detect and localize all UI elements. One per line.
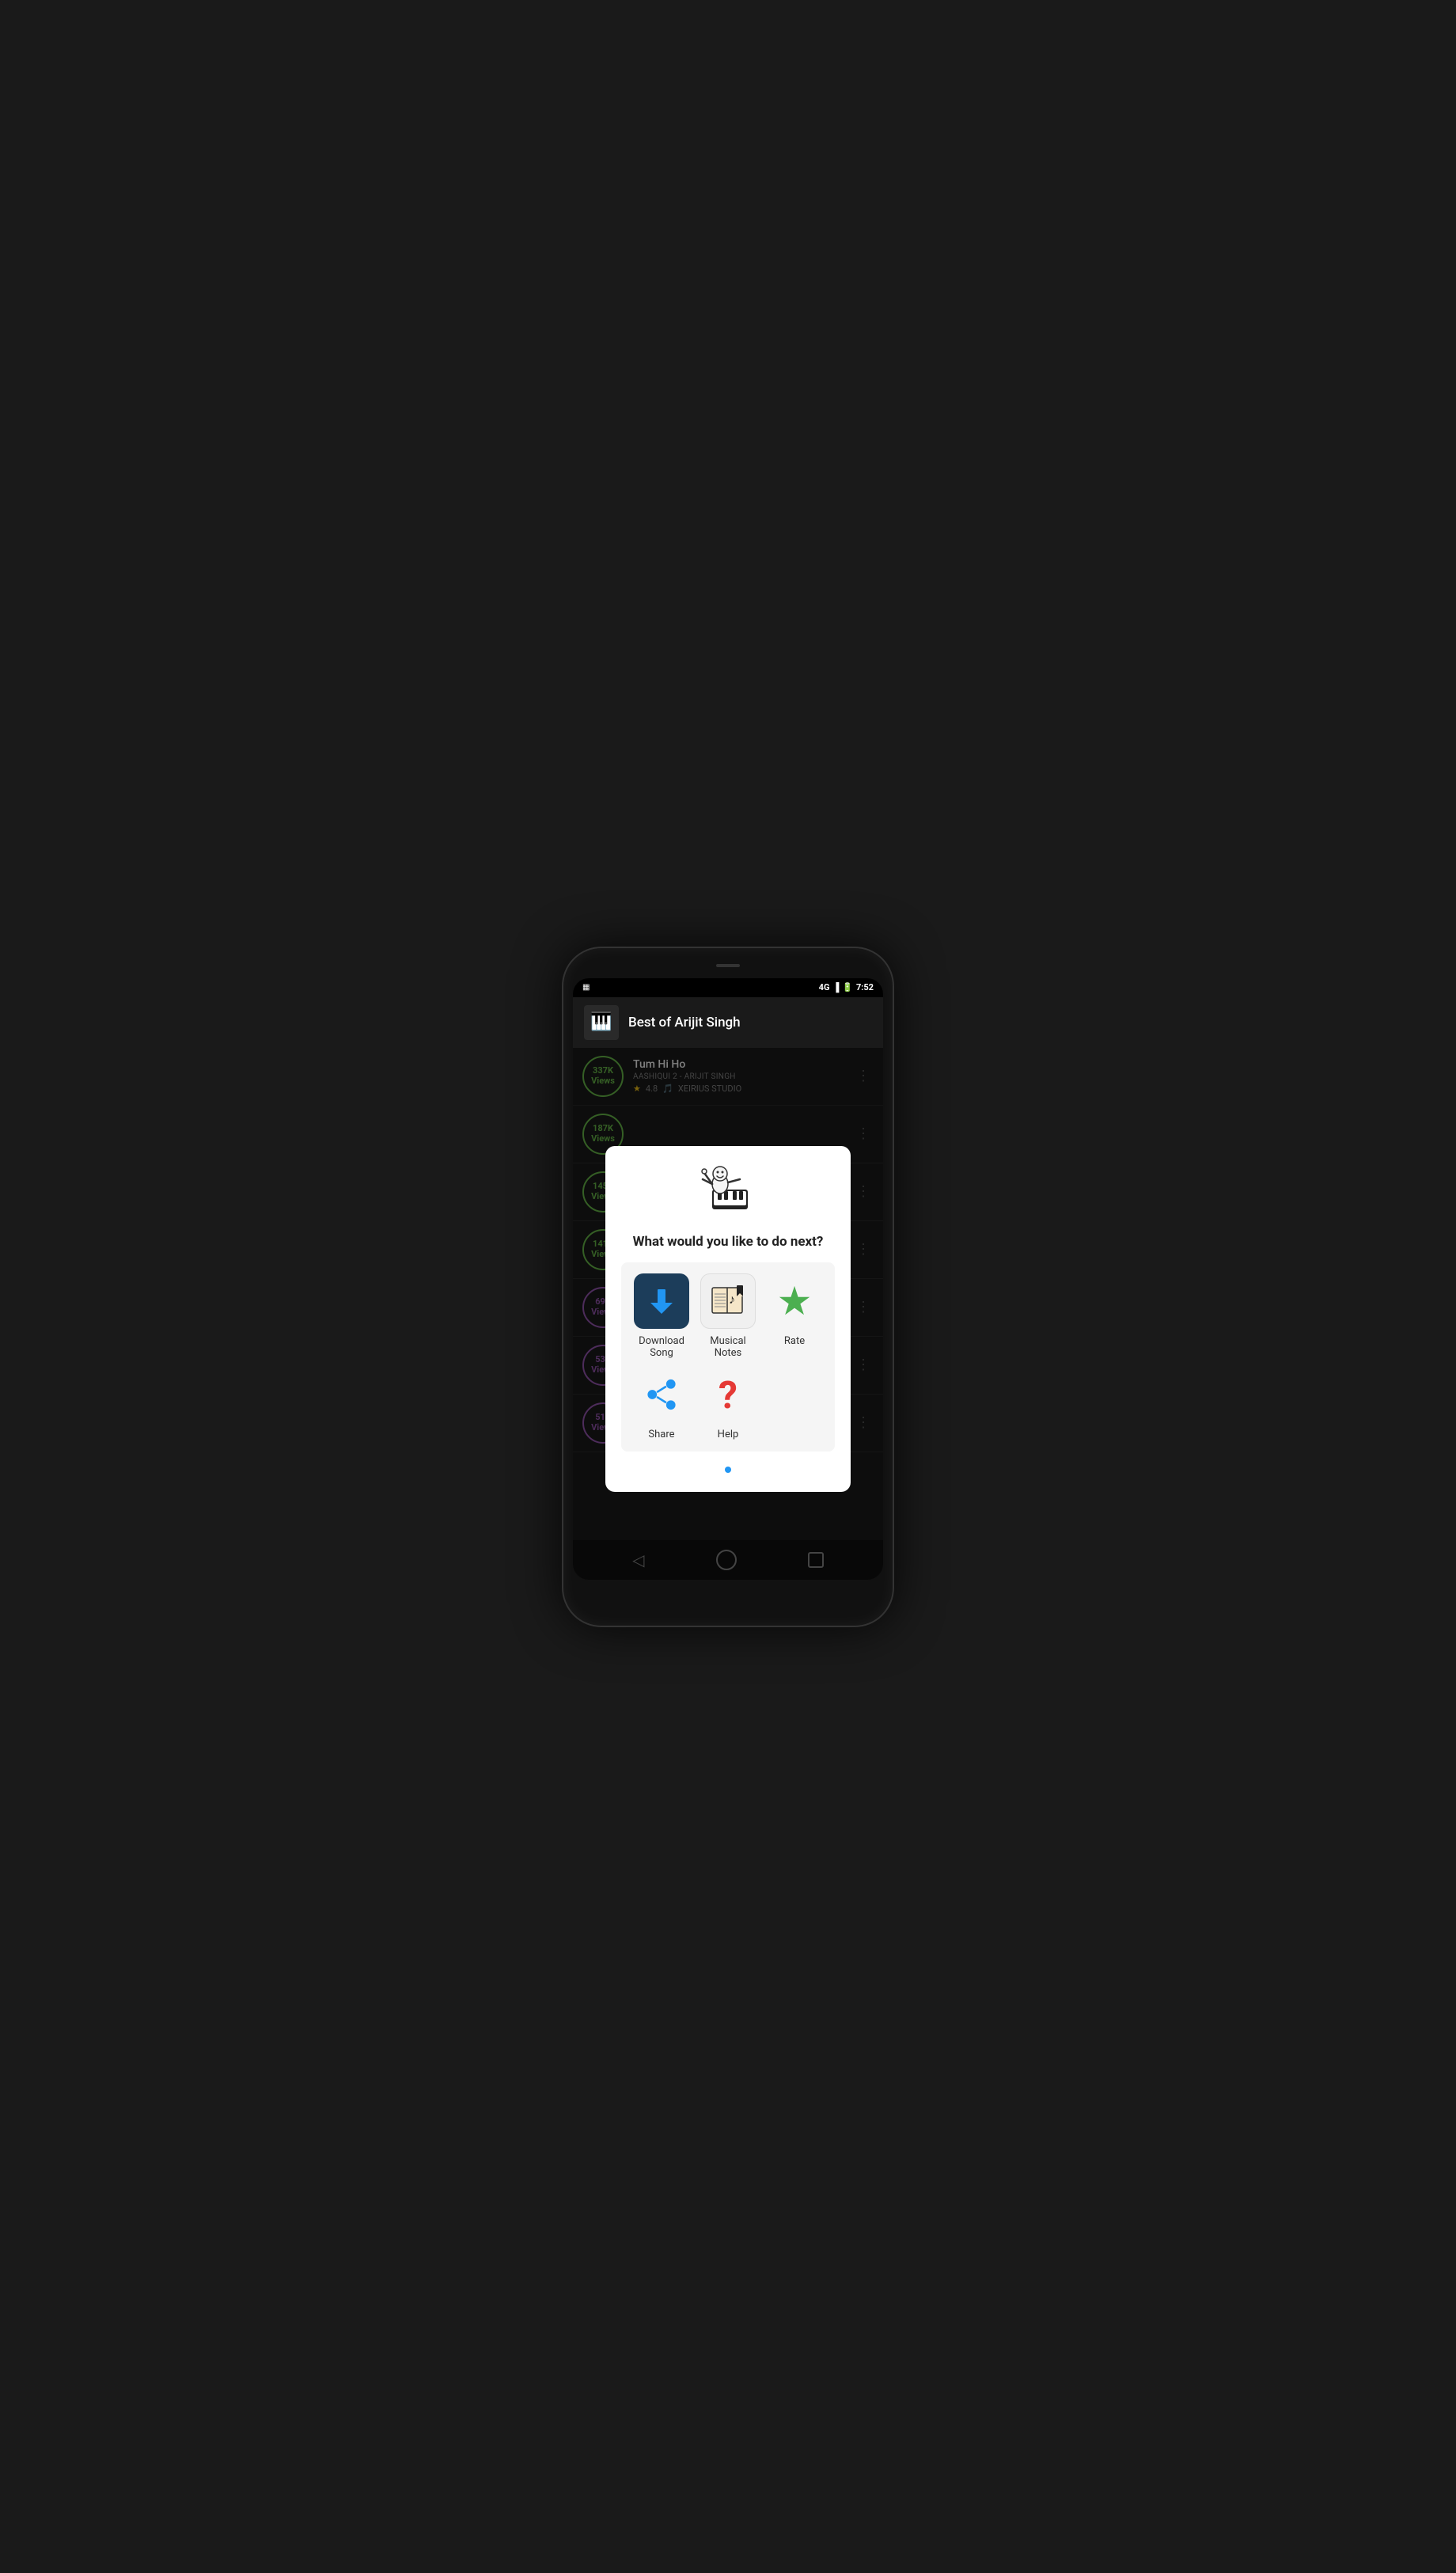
musical-notes-option[interactable]: ♪ Musical Notes: [699, 1273, 757, 1359]
status-bar: ▦ 4G ▐ 🔋 7:52: [573, 978, 883, 997]
piano-character-icon: [696, 1162, 760, 1217]
signal-label: 4G: [819, 982, 830, 992]
dialog-options-container: DownloadSong: [621, 1262, 835, 1452]
rate-option[interactable]: ★ Rate: [765, 1273, 824, 1359]
time-label: 7:52: [856, 982, 874, 992]
content-area: 337K Views Tum Hi Ho AASHIQUI 2 - ARIJIT…: [573, 1048, 883, 1580]
help-label: Help: [718, 1429, 739, 1440]
camera-bump: [716, 964, 740, 967]
dialog-row-1: DownloadSong: [632, 1273, 824, 1359]
modal-overlay[interactable]: What would you like to do next?: [573, 1048, 883, 1580]
sim-icon: ▦: [582, 983, 590, 992]
download-song-label: DownloadSong: [639, 1335, 684, 1359]
phone-top: [573, 964, 883, 972]
notes-book-svg: ♪: [708, 1281, 748, 1321]
download-arrow-icon: [650, 1289, 673, 1314]
share-icon-wrap: [634, 1367, 689, 1422]
download-icon: [634, 1273, 689, 1329]
app-logo: 🎹: [584, 1005, 619, 1040]
signal-bars-icon: ▐: [832, 982, 839, 992]
share-svg-icon: [644, 1377, 679, 1412]
empty-slot: [765, 1367, 824, 1440]
battery-icon: 🔋: [842, 982, 853, 992]
dialog: What would you like to do next?: [605, 1146, 851, 1492]
share-label: Share: [648, 1429, 674, 1440]
musical-notes-label: Musical Notes: [699, 1335, 757, 1359]
musical-notes-icon: ♪: [700, 1273, 756, 1329]
question-mark-icon: ?: [719, 1372, 737, 1417]
svg-text:♪: ♪: [729, 1292, 735, 1307]
arrow-head: [650, 1303, 673, 1314]
arrow-stem: [658, 1289, 665, 1304]
indicator-dot: [725, 1467, 731, 1473]
help-option[interactable]: ? Help: [699, 1367, 757, 1440]
dialog-page-indicator: [621, 1461, 835, 1476]
phone-frame: ▦ 4G ▐ 🔋 7:52 🎹 Best of Arijit Singh: [562, 947, 894, 1627]
rate-icon: ★: [767, 1273, 822, 1329]
share-option[interactable]: Share: [632, 1367, 691, 1440]
status-left: ▦: [582, 983, 590, 992]
dialog-logo: [621, 1162, 835, 1224]
star-rate-icon: ★: [777, 1278, 813, 1325]
screen: ▦ 4G ▐ 🔋 7:52 🎹 Best of Arijit Singh: [573, 978, 883, 1580]
help-icon: ?: [700, 1367, 756, 1422]
status-right: 4G ▐ 🔋 7:52: [819, 982, 874, 992]
dialog-title: What would you like to do next?: [621, 1234, 835, 1250]
dialog-row-2: Share ? Help: [632, 1367, 824, 1440]
app-title: Best of Arijit Singh: [628, 1015, 741, 1030]
app-header: 🎹 Best of Arijit Singh: [573, 997, 883, 1048]
download-song-option[interactable]: DownloadSong: [632, 1273, 691, 1359]
rate-label: Rate: [784, 1335, 805, 1347]
logo-emoji: 🎹: [590, 1012, 612, 1032]
